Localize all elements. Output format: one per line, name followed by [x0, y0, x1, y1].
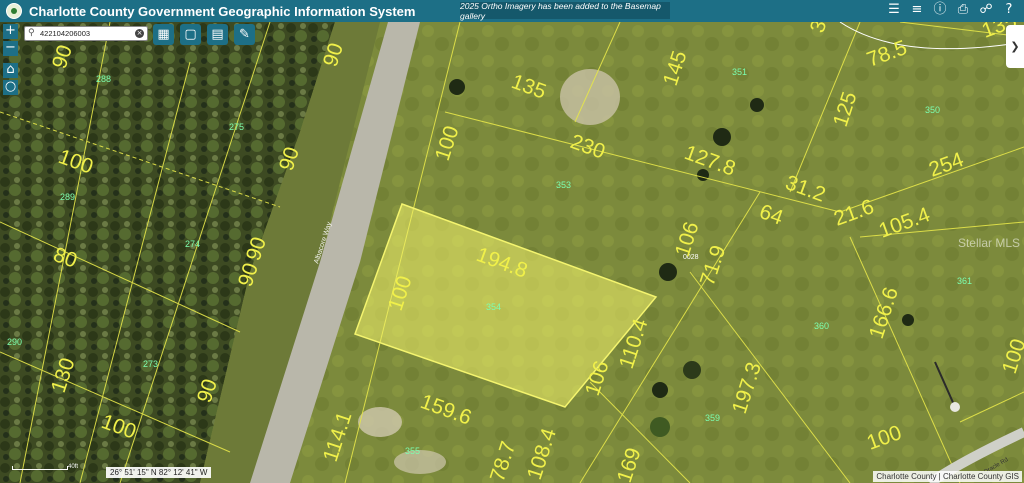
coordinates-readout: 26° 51' 15" N 82° 12' 41" W	[106, 467, 212, 478]
parcel-number: 359	[705, 413, 720, 423]
app-header: Charlotte County Government Geographic I…	[0, 0, 1024, 22]
handshake-icon[interactable]: ☍	[979, 2, 993, 18]
parcel-number: 275	[229, 122, 244, 132]
app-title: Charlotte County Government Geographic I…	[29, 3, 416, 19]
close-icon[interactable]: ×	[135, 29, 144, 38]
parcel-number: 290	[7, 337, 22, 347]
parcel-number: 351	[732, 67, 747, 77]
parcel-number: 353	[556, 180, 571, 190]
parcel-number: 273	[143, 359, 158, 369]
home-icon[interactable]: ⌂	[3, 63, 18, 78]
search-box[interactable]: ⚲ 422104206003 ×	[24, 26, 148, 41]
help-icon[interactable]: ?	[1002, 2, 1016, 18]
parcel-number: 350	[925, 105, 940, 115]
search-icon: ⚲	[28, 28, 35, 38]
parcel-number: 360	[814, 321, 829, 331]
watermark: Stellar MLS	[957, 236, 1020, 250]
locate-icon[interactable]: ○	[3, 80, 18, 95]
info-icon[interactable]: ⓘ	[933, 2, 947, 18]
layers-icon[interactable]: ☰	[887, 2, 901, 18]
imagery-notice: 2025 Ortho Imagery has been added to the…	[460, 1, 670, 21]
attribution: Charlotte County | Charlotte County GIS	[873, 471, 1022, 482]
notes-icon[interactable]: ▤	[207, 24, 228, 45]
scale-label: 40ft	[68, 464, 79, 470]
county-logo-icon	[6, 3, 22, 19]
parcel-number: 361	[957, 276, 972, 286]
parcel-number: 355	[405, 446, 420, 456]
zoom-in-button[interactable]: +	[3, 24, 18, 39]
panel-toggle-button[interactable]: ❯	[1006, 25, 1024, 68]
selected-parcel-number: 354	[486, 302, 501, 312]
basemap-gallery-icon[interactable]: ▦	[153, 24, 174, 45]
draw-icon[interactable]: ✎	[234, 24, 255, 45]
parcel-number: 274	[185, 239, 200, 249]
search-input[interactable]: 422104206003	[40, 29, 135, 38]
parcel-number: 288	[96, 74, 111, 84]
legend-icon[interactable]: ≡	[910, 2, 924, 18]
print-icon[interactable]: ⎙	[956, 2, 970, 18]
map-view[interactable]: Albacore Way Oracle Rd 288 275 289 274 2…	[0, 22, 1024, 483]
scale-bar: 40ft	[12, 464, 82, 474]
parcel-number: 289	[60, 192, 75, 202]
select-icon[interactable]: ▢	[180, 24, 201, 45]
zoom-out-button[interactable]: −	[3, 41, 18, 56]
